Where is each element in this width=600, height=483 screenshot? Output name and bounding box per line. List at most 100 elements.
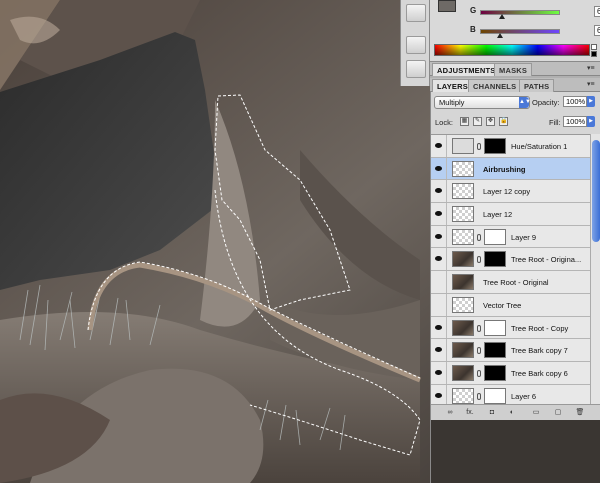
new-layer-icon[interactable]: ▢ [553,408,563,418]
fill-arrow-icon[interactable]: ▶ [587,116,595,127]
color-spectrum-bar[interactable] [434,44,590,56]
layer-row[interactable]: Layer 9 [431,225,590,249]
tab-paths[interactable]: PATHS [519,79,555,92]
fill-label: Fill: [549,118,561,127]
layer-row[interactable]: Layer 6 [431,384,590,404]
layer-row[interactable]: Layer 12 copy [431,180,590,204]
lock-label: Lock: [435,118,453,127]
opacity-label: Opacity: [532,98,560,107]
visibility-eye-icon[interactable] [431,157,447,180]
lock-pixels-icon[interactable]: ✎ [473,117,482,126]
visibility-eye-icon[interactable] [431,271,447,293]
blue-value-field[interactable]: 65 [594,25,600,36]
layer-thumbnail[interactable] [452,206,474,223]
layer-name: Layer 12 copy [483,187,531,197]
blue-slider-track[interactable] [480,29,560,34]
layer-row[interactable]: Tree Root - Copy [431,316,590,340]
layer-row[interactable]: Tree Root - Origina... [431,248,590,272]
link-mask-icon[interactable] [477,324,481,332]
foreground-color-swatch[interactable] [438,0,456,12]
tab-channels[interactable]: CHANNELS [468,79,522,92]
layer-thumbnail[interactable] [452,183,474,200]
layer-mask-thumbnail[interactable] [484,342,506,359]
link-mask-icon[interactable] [477,256,481,264]
layer-thumbnail[interactable] [452,274,474,291]
new-adjustment-icon[interactable]: ◐ [507,408,517,418]
visibility-eye-icon[interactable] [431,361,447,384]
visibility-eye-icon[interactable] [431,384,447,404]
layer-name: Tree Root - Origina... [511,255,582,265]
lock-all-icon[interactable]: 🔒 [499,117,508,126]
layer-mask-thumbnail[interactable] [484,387,506,404]
visibility-eye-icon[interactable] [431,225,447,248]
opacity-field[interactable]: 100% [563,96,587,107]
white-swatch[interactable] [591,44,597,50]
layer-list-scrollbar[interactable] [590,134,600,404]
layer-row[interactable]: Tree Bark copy 7 [431,339,590,362]
lock-position-icon[interactable]: ✥ [486,117,495,126]
blue-slider-thumb[interactable] [497,33,503,38]
layer-mask-thumbnail[interactable] [484,228,506,245]
fill-field[interactable]: 100% [563,116,587,127]
layer-thumbnail[interactable] [452,387,474,404]
black-swatch[interactable] [591,51,597,57]
layers-tabbar: LAYERS CHANNELS PATHS ▾≡ [430,78,600,92]
link-layers-icon[interactable]: ∞ [445,408,455,418]
layer-mask-thumbnail[interactable] [484,251,506,268]
panel-menu-icon[interactable]: ▾≡ [587,80,597,89]
lock-transparency-icon[interactable]: ▦ [460,117,469,126]
layer-thumbnail[interactable] [452,296,474,313]
layer-thumbnail[interactable] [452,364,474,381]
visibility-eye-icon[interactable] [431,203,447,225]
green-value-field[interactable]: 69 [594,6,600,17]
layer-name: Layer 12 [483,210,513,220]
link-mask-icon[interactable] [477,369,481,377]
tab-adjustments[interactable]: ADJUSTMENTS [432,63,501,76]
link-mask-icon[interactable] [477,392,481,400]
panel-menu-icon[interactable]: ▾≡ [587,64,597,73]
visibility-eye-icon[interactable] [431,180,447,203]
visibility-eye-icon[interactable] [431,135,447,157]
opacity-arrow-icon[interactable]: ▶ [587,96,595,107]
layer-name: Tree Root - Copy [511,323,569,333]
layer-mask-thumbnail[interactable] [484,138,506,154]
play-action-icon[interactable] [406,4,426,22]
trash-icon[interactable]: 🗑 [575,408,585,418]
layer-row[interactable]: Airbrushing [431,157,590,181]
tab-masks[interactable]: MASKS [494,63,533,76]
scrollbar-thumb[interactable] [592,140,600,242]
layer-row[interactable]: Layer 12 [431,203,590,226]
layer-row[interactable]: Vector Tree [431,293,590,317]
link-mask-icon[interactable] [477,233,481,241]
visibility-eye-icon[interactable] [431,316,447,339]
new-group-icon[interactable]: ▭ [531,408,541,418]
layer-thumbnail[interactable] [452,342,474,359]
layer-row[interactable]: Tree Root - Original [431,271,590,294]
color-panel: G 69 B 65 [430,0,600,62]
green-slider-thumb[interactable] [498,14,505,19]
link-mask-icon[interactable] [477,143,481,150]
clone-source-icon[interactable] [406,60,426,78]
green-label: G [470,6,477,15]
green-slider-row: G 69 [470,6,600,19]
layer-row[interactable]: Tree Bark copy 6 [431,361,590,385]
tool-strip [400,0,430,86]
layer-thumbnail[interactable] [452,251,474,268]
layer-thumbnail[interactable] [452,228,474,245]
layer-mask-thumbnail[interactable] [484,364,506,381]
layer-thumbnail[interactable] [452,319,474,336]
layer-thumbnail[interactable] [452,160,474,177]
green-slider-track[interactable] [480,10,560,15]
usb-plugin-icon[interactable] [406,36,426,54]
layer-mask-thumbnail[interactable] [484,319,506,336]
visibility-eye-icon[interactable] [431,339,447,361]
add-mask-icon[interactable]: ◘ [487,408,497,418]
visibility-eye-icon[interactable] [431,293,447,316]
blend-mode-select[interactable]: Multiply ▲▼ [434,96,531,109]
layer-row[interactable]: Hue/Saturation 1 [431,135,590,158]
link-mask-icon[interactable] [477,347,481,355]
visibility-eye-icon[interactable] [431,248,447,271]
tab-layers[interactable]: LAYERS [432,79,473,92]
layer-thumbnail[interactable] [452,138,474,154]
fx-icon[interactable]: fx. [465,408,475,418]
